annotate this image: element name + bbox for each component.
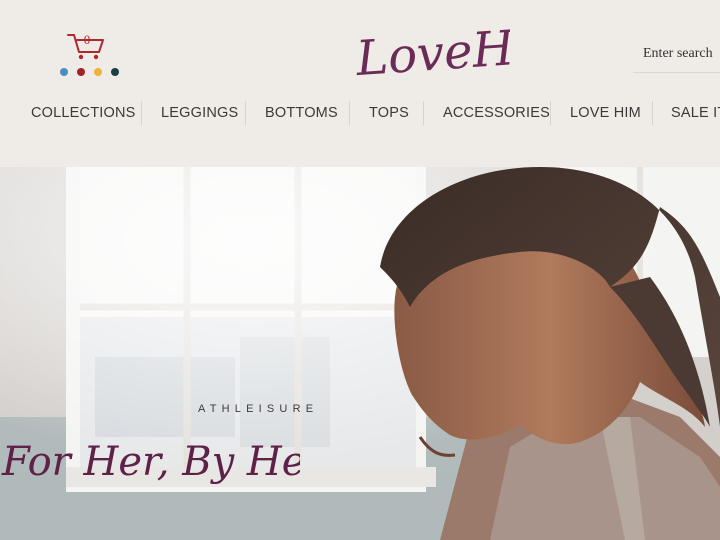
svg-text:For Her, By Her: For Her, By Her [1, 439, 300, 485]
hero-eyebrow: ATHLEISURE [198, 403, 319, 415]
nav-item-tops[interactable]: TOPS [369, 100, 409, 126]
nav-item-leggings[interactable]: LEGGINGS [161, 100, 238, 126]
nav-divider [550, 101, 551, 125]
nav-item-bottoms[interactable]: BOTTOMS [265, 100, 338, 126]
svg-text:LoveHer: LoveHer [353, 16, 510, 87]
dot-blue [60, 68, 68, 76]
nav-item-sale[interactable]: SALE ITE [671, 100, 720, 126]
nav-item-accessories[interactable]: ACCESSORIES [443, 100, 550, 126]
nav-divider [349, 101, 350, 125]
hero-tagline: For Her, By Her [1, 439, 300, 485]
search-input[interactable] [633, 36, 720, 72]
hero-banner: ATHLEISURE For Her, By Her [0, 167, 720, 540]
loveher-logo[interactable]: LoveHer [350, 2, 510, 92]
site-header: 0 LoveHer COLLECTIONS LEGGINGS BOTTOMS T… [0, 0, 720, 167]
nav-divider [652, 101, 653, 125]
nav-divider [141, 101, 142, 125]
cart-count: 0 [83, 32, 91, 47]
dot-dark-teal [111, 68, 119, 76]
nav-divider [423, 101, 424, 125]
dot-yellow [94, 68, 102, 76]
nav-divider [245, 101, 246, 125]
main-nav: COLLECTIONS LEGGINGS BOTTOMS TOPS ACCESS… [0, 100, 720, 126]
nav-item-love-him[interactable]: LOVE HIM [570, 100, 641, 126]
dot-red [77, 68, 85, 76]
search-box[interactable] [633, 36, 720, 73]
color-dots [60, 68, 119, 76]
nav-item-collections[interactable]: COLLECTIONS [31, 100, 136, 126]
